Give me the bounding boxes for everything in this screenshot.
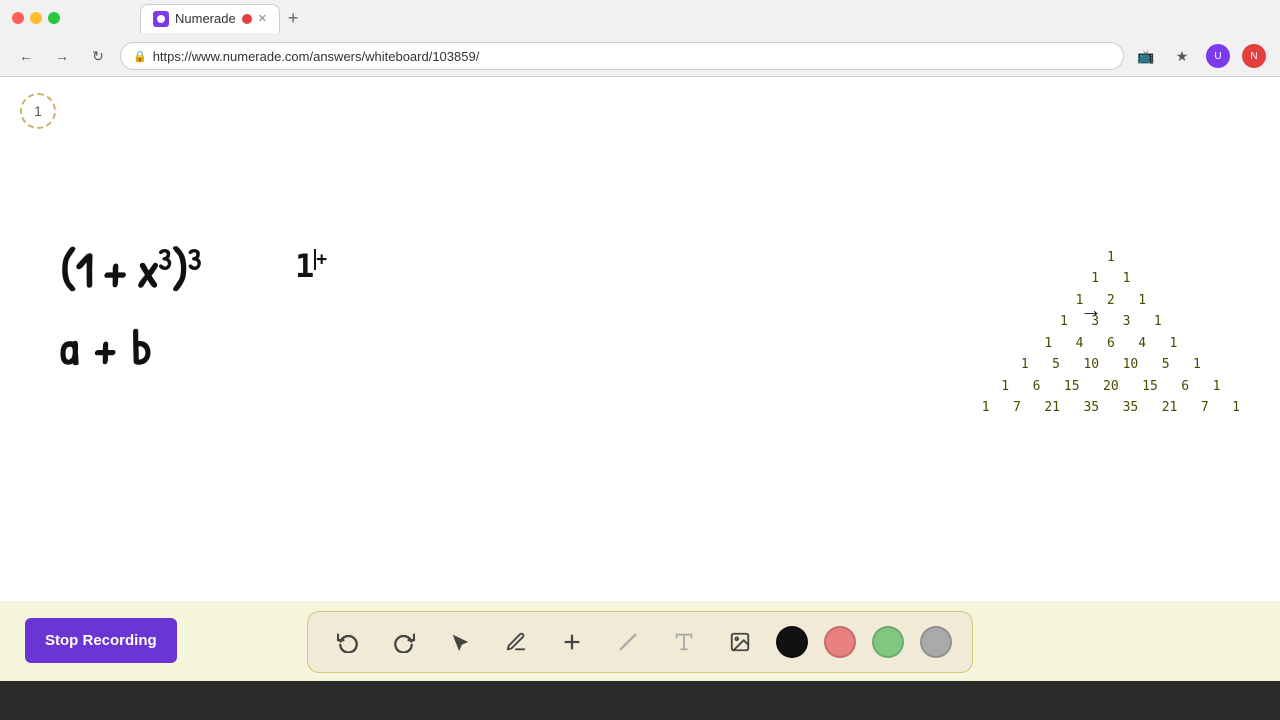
tab-title: Numerade	[175, 11, 236, 26]
image-icon	[729, 631, 751, 653]
close-window-button[interactable]	[12, 12, 24, 24]
whiteboard-canvas[interactable]: 1 (1 + x3)3 a + b 1+ → 1 1 1 1 2 1 1 3 3…	[0, 77, 1280, 601]
tab-bar: Numerade ✕ +	[128, 4, 318, 33]
pascal-row-5: 1 5 10 10 5 1	[982, 354, 1240, 375]
pen-icon	[505, 631, 527, 653]
lock-icon: 🔒	[133, 50, 147, 63]
color-pink[interactable]	[824, 626, 856, 658]
stop-recording-button[interactable]: Stop Recording	[25, 618, 177, 663]
color-green[interactable]	[872, 626, 904, 658]
text-button[interactable]	[664, 622, 704, 662]
eraser-icon	[617, 631, 639, 653]
recording-indicator	[242, 14, 252, 24]
undo-icon	[337, 631, 359, 653]
new-tab-button[interactable]: +	[280, 4, 307, 33]
address-bar[interactable]: 🔒 https://www.numerade.com/answers/white…	[120, 42, 1124, 70]
bookmark-icon[interactable]: ★	[1168, 42, 1196, 70]
math-expression-1: (1 + x3)3	[60, 237, 200, 302]
forward-button[interactable]: →	[48, 42, 76, 70]
pascal-row-1: 1 1	[982, 268, 1240, 289]
cursor-indicator: 1+	[295, 247, 327, 285]
select-button[interactable]	[440, 622, 480, 662]
numerade-favicon	[153, 11, 169, 27]
account-icon[interactable]: U	[1204, 42, 1232, 70]
active-tab[interactable]: Numerade ✕	[140, 4, 280, 33]
image-button[interactable]	[720, 622, 760, 662]
pascal-row-6: 1 6 15 20 15 6 1	[982, 376, 1240, 397]
math-expression-2: a + b	[60, 314, 200, 379]
add-button[interactable]	[552, 622, 592, 662]
tab-close-button[interactable]: ✕	[258, 12, 267, 25]
add-icon	[561, 631, 583, 653]
refresh-button[interactable]: ↻	[84, 42, 112, 70]
page-number-badge: 1	[20, 93, 56, 129]
redo-button[interactable]	[384, 622, 424, 662]
text-icon	[673, 631, 695, 653]
cast-icon[interactable]: 📺	[1132, 42, 1160, 70]
eraser-button[interactable]	[608, 622, 648, 662]
color-gray[interactable]	[920, 626, 952, 658]
traffic-lights	[12, 12, 60, 24]
drawing-toolbar	[307, 611, 973, 673]
address-bar-row: ← → ↻ 🔒 https://www.numerade.com/answers…	[0, 36, 1280, 76]
undo-button[interactable]	[328, 622, 368, 662]
numerade-extension: N	[1242, 44, 1266, 68]
page-number: 1	[34, 103, 42, 119]
math-content-area: (1 + x3)3 a + b	[60, 237, 200, 379]
maximize-window-button[interactable]	[48, 12, 60, 24]
minimize-window-button[interactable]	[30, 12, 42, 24]
pascal-row-3: 1 3 3 1	[982, 311, 1240, 332]
pascals-triangle: 1 1 1 1 2 1 1 3 3 1 1 4 6 4 1 1 5 10 10 …	[982, 247, 1240, 419]
pascal-row-4: 1 4 6 4 1	[982, 333, 1240, 354]
url-text: https://www.numerade.com/answers/whitebo…	[153, 49, 480, 64]
user-avatar: U	[1206, 44, 1230, 68]
redo-icon	[393, 631, 415, 653]
pascal-row-7: 1 7 21 35 35 21 7 1	[982, 397, 1240, 418]
select-icon	[449, 631, 471, 653]
color-black[interactable]	[776, 626, 808, 658]
title-bar: Numerade ✕ +	[0, 0, 1280, 36]
browser-chrome: Numerade ✕ + ← → ↻ 🔒 https://www.numerad…	[0, 0, 1280, 77]
extension-icon[interactable]: N	[1240, 42, 1268, 70]
bottom-bar: Stop Recording	[0, 601, 1280, 681]
browser-toolbar-right: 📺 ★ U N	[1132, 42, 1268, 70]
pen-button[interactable]	[496, 622, 536, 662]
whiteboard-container: 1 (1 + x3)3 a + b 1+ → 1 1 1 1 2 1 1 3 3…	[0, 77, 1280, 681]
back-button[interactable]: ←	[12, 42, 40, 70]
pascal-row-2: 1 2 1	[982, 290, 1240, 311]
pascal-row-0: 1	[982, 247, 1240, 268]
